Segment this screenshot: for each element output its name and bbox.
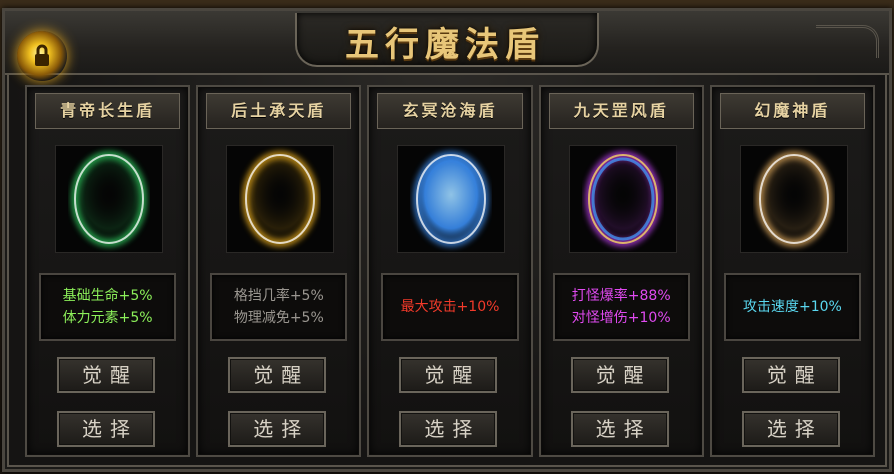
shield-stats: 格挡几率+5% 物理减免+5% (210, 273, 348, 341)
shield-image-frame (397, 145, 506, 253)
shield-stats: 攻击速度+10% (723, 273, 862, 341)
shield-stats: 最大攻击+10% (381, 273, 519, 341)
shield-name: 玄冥沧海盾 (377, 93, 523, 129)
select-button[interactable]: 选择 (570, 411, 669, 447)
awaken-button[interactable]: 觉醒 (399, 357, 498, 393)
shield-icon (71, 151, 147, 247)
shield-name: 后土承天盾 (206, 93, 352, 129)
stat-line: 最大攻击+10% (400, 299, 500, 315)
shield-icon (584, 151, 661, 247)
shield-icon (755, 151, 832, 247)
select-button[interactable]: 选择 (741, 411, 840, 447)
shield-name: 九天罡风盾 (548, 93, 694, 129)
stat-line: 攻击速度+10% (742, 299, 842, 315)
shield-name: 幻魔神盾 (719, 93, 866, 129)
shield-icon (242, 151, 319, 247)
shield-column-4: 九天罡风盾 打怪爆率+88% 对怪增伤+10% 觉醒 选择 (538, 85, 704, 457)
shield-image-frame (55, 145, 163, 253)
select-button[interactable]: 选择 (228, 411, 327, 447)
awaken-button[interactable]: 觉醒 (741, 357, 840, 393)
shield-column-5: 幻魔神盾 攻击速度+10% 觉醒 选择 (709, 85, 876, 457)
shield-stats: 基础生命+5% 体力元素+5% (39, 273, 177, 341)
stat-line: 基础生命+5% (62, 288, 153, 304)
shield-name: 青帝长生盾 (35, 93, 181, 129)
shield-columns: 青帝长生盾 基础生命+5% 体力元素+5% 觉醒 选择 后土承天盾 格挡几率+5%… (25, 85, 876, 457)
stat-line: 打怪爆率+88% (571, 288, 671, 304)
shield-stats: 打怪爆率+88% 对怪增伤+10% (552, 273, 690, 341)
select-button[interactable]: 选择 (399, 411, 498, 447)
five-elements-shield-window: 五行魔法盾 青帝长生盾 基础生命+5% 体力元素+5% 觉醒 选择 后土承天盾 格… (2, 8, 892, 472)
awaken-button[interactable]: 觉醒 (570, 357, 669, 393)
shield-icon (413, 151, 490, 247)
corner-ornament (816, 25, 879, 58)
window-title: 五行魔法盾 (345, 25, 545, 65)
select-button[interactable]: 选择 (57, 411, 155, 447)
game-scene: 五行魔法盾 青帝长生盾 基础生命+5% 体力元素+5% 觉醒 选择 后土承天盾 格… (0, 0, 894, 474)
stat-line: 格挡几率+5% (233, 288, 324, 304)
awaken-button[interactable]: 觉醒 (228, 357, 327, 393)
shield-image-frame (739, 145, 848, 253)
stat-line: 物理减免+5% (233, 310, 324, 326)
shield-image-frame (226, 145, 335, 253)
gold-orb-lock-icon[interactable] (17, 31, 67, 81)
awaken-button[interactable]: 觉醒 (57, 357, 155, 393)
stat-line: 体力元素+5% (62, 310, 153, 326)
shield-column-1: 青帝长生盾 基础生命+5% 体力元素+5% 觉醒 选择 (25, 85, 191, 457)
stat-line: 对怪增伤+10% (571, 310, 671, 326)
shield-column-3: 玄冥沧海盾 最大攻击+10% 觉醒 选择 (367, 85, 533, 457)
shield-image-frame (568, 145, 677, 253)
shield-column-2: 后土承天盾 格挡几率+5% 物理减免+5% 觉醒 选择 (196, 85, 362, 457)
